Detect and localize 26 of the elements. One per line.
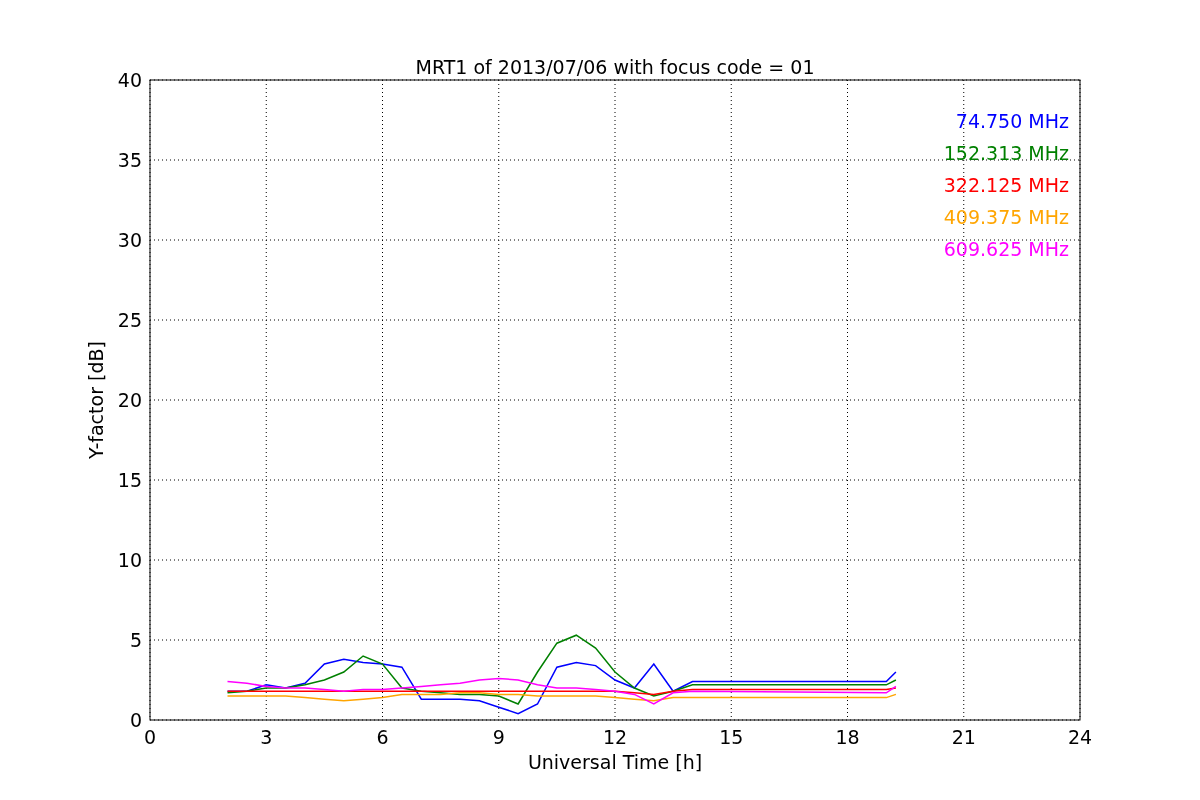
legend-label: 152.313 MHz [943, 142, 1069, 164]
chart-title: MRT1 of 2013/07/06 with focus code = 01 [415, 56, 815, 78]
x-tick-label: 3 [260, 726, 273, 748]
y-tick-label: 15 [117, 469, 142, 491]
y-tick-label: 25 [117, 309, 142, 331]
legend-label: 322.125 MHz [943, 174, 1069, 196]
x-tick-label: 12 [602, 726, 628, 748]
y-tick-label: 5 [129, 629, 142, 651]
legend-label: 409.375 MHz [943, 206, 1069, 228]
y-tick-label: 10 [117, 549, 142, 571]
y-axis-label: Y-factor [dB] [85, 341, 107, 459]
x-tick-label: 0 [143, 726, 157, 748]
y-tick-label: 35 [117, 149, 142, 171]
x-tick-label: 24 [1067, 726, 1093, 748]
x-tick-label: 6 [376, 726, 389, 748]
x-tick-label: 15 [719, 726, 744, 748]
y-tick-label: 20 [117, 389, 142, 411]
x-tick-label: 21 [951, 726, 976, 748]
x-tick-label: 9 [492, 726, 505, 748]
legend-label: 609.625 MHz [943, 238, 1069, 260]
y-tick-label: 30 [117, 229, 142, 251]
legend-label: 74.750 MHz [955, 110, 1069, 132]
x-tick-label: 18 [835, 726, 860, 748]
y-tick-label: 40 [117, 69, 142, 91]
x-axis-label: Universal Time [h] [527, 751, 703, 773]
y-tick-label: 0 [129, 709, 142, 731]
